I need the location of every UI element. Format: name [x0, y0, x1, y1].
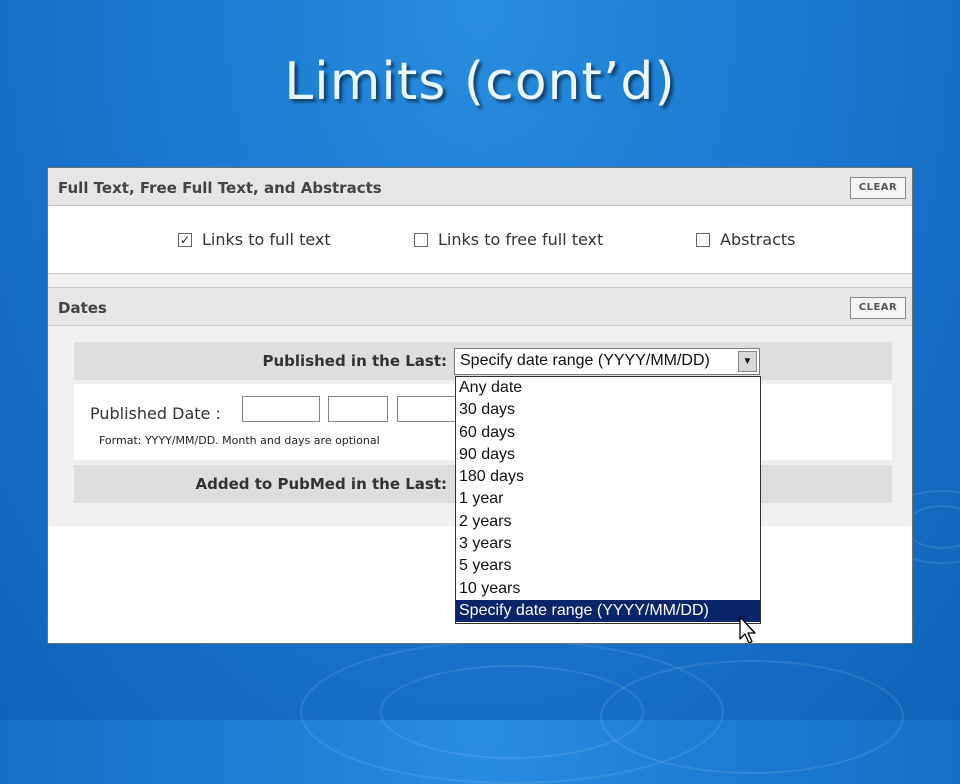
dates-clear-button[interactable]: CLEAR [850, 297, 906, 319]
checkbox-label: Links to full text [202, 230, 331, 249]
full-text-clear-button[interactable]: CLEAR [850, 177, 906, 199]
dropdown-option[interactable]: 180 days [456, 466, 760, 488]
section-divider [48, 274, 912, 288]
links-to-full-text-checkbox[interactable]: ✓ Links to full text [178, 230, 331, 249]
published-in-last-label: Published in the Last: [262, 352, 448, 370]
published-date-month-input[interactable] [328, 396, 388, 422]
check-icon[interactable]: ✓ [178, 232, 192, 247]
slide-title: Limits (cont’d) [284, 52, 676, 112]
dropdown-option[interactable]: 2 years [456, 511, 760, 533]
date-format-hint: Format: YYYY/MM/DD. Month and days are o… [99, 434, 380, 447]
chevron-down-icon[interactable]: ▼ [738, 351, 757, 372]
select-value: Specify date range (YYYY/MM/DD) [460, 352, 710, 369]
dropdown-option[interactable]: 3 years [456, 533, 760, 555]
published-date-day-input[interactable] [397, 396, 457, 422]
dropdown-option[interactable]: 10 years [456, 578, 760, 600]
dropdown-option[interactable]: 1 year [456, 488, 760, 510]
checkbox-label: Links to free full text [438, 230, 604, 249]
dropdown-option[interactable]: 30 days [456, 399, 760, 421]
published-date-year-input[interactable] [242, 396, 320, 422]
published-in-last-select[interactable]: Specify date range (YYYY/MM/DD) ▼ [454, 348, 760, 375]
full-text-section-header: Full Text, Free Full Text, and Abstracts… [48, 168, 912, 206]
dropdown-option[interactable]: 60 days [456, 422, 760, 444]
date-range-dropdown-list[interactable]: Any date 30 days 60 days 90 days 180 day… [455, 376, 761, 624]
dropdown-option[interactable]: 5 years [456, 555, 760, 577]
published-date-label: Published Date : [90, 404, 221, 423]
dates-section-header: Dates CLEAR [48, 288, 912, 326]
checkbox-label: Abstracts [720, 230, 796, 249]
limits-panel: Full Text, Free Full Text, and Abstracts… [47, 167, 913, 644]
full-text-options: ✓ Links to full text Links to free full … [48, 206, 912, 274]
dates-section-title: Dates [58, 299, 107, 317]
dropdown-option[interactable]: Any date [456, 377, 760, 399]
links-to-free-full-text-checkbox[interactable]: Links to free full text [414, 230, 603, 249]
mouse-pointer-icon [739, 616, 756, 643]
checkbox-box[interactable] [696, 232, 710, 247]
added-to-pubmed-label: Added to PubMed in the Last: [195, 475, 447, 493]
ripple-decoration [600, 660, 904, 774]
full-text-section-title: Full Text, Free Full Text, and Abstracts [58, 179, 382, 197]
checkbox-box[interactable] [414, 232, 428, 247]
dropdown-option-highlighted[interactable]: Specify date range (YYYY/MM/DD) [456, 599, 760, 623]
dropdown-option[interactable]: 90 days [456, 444, 760, 466]
abstracts-checkbox[interactable]: Abstracts [696, 230, 796, 249]
